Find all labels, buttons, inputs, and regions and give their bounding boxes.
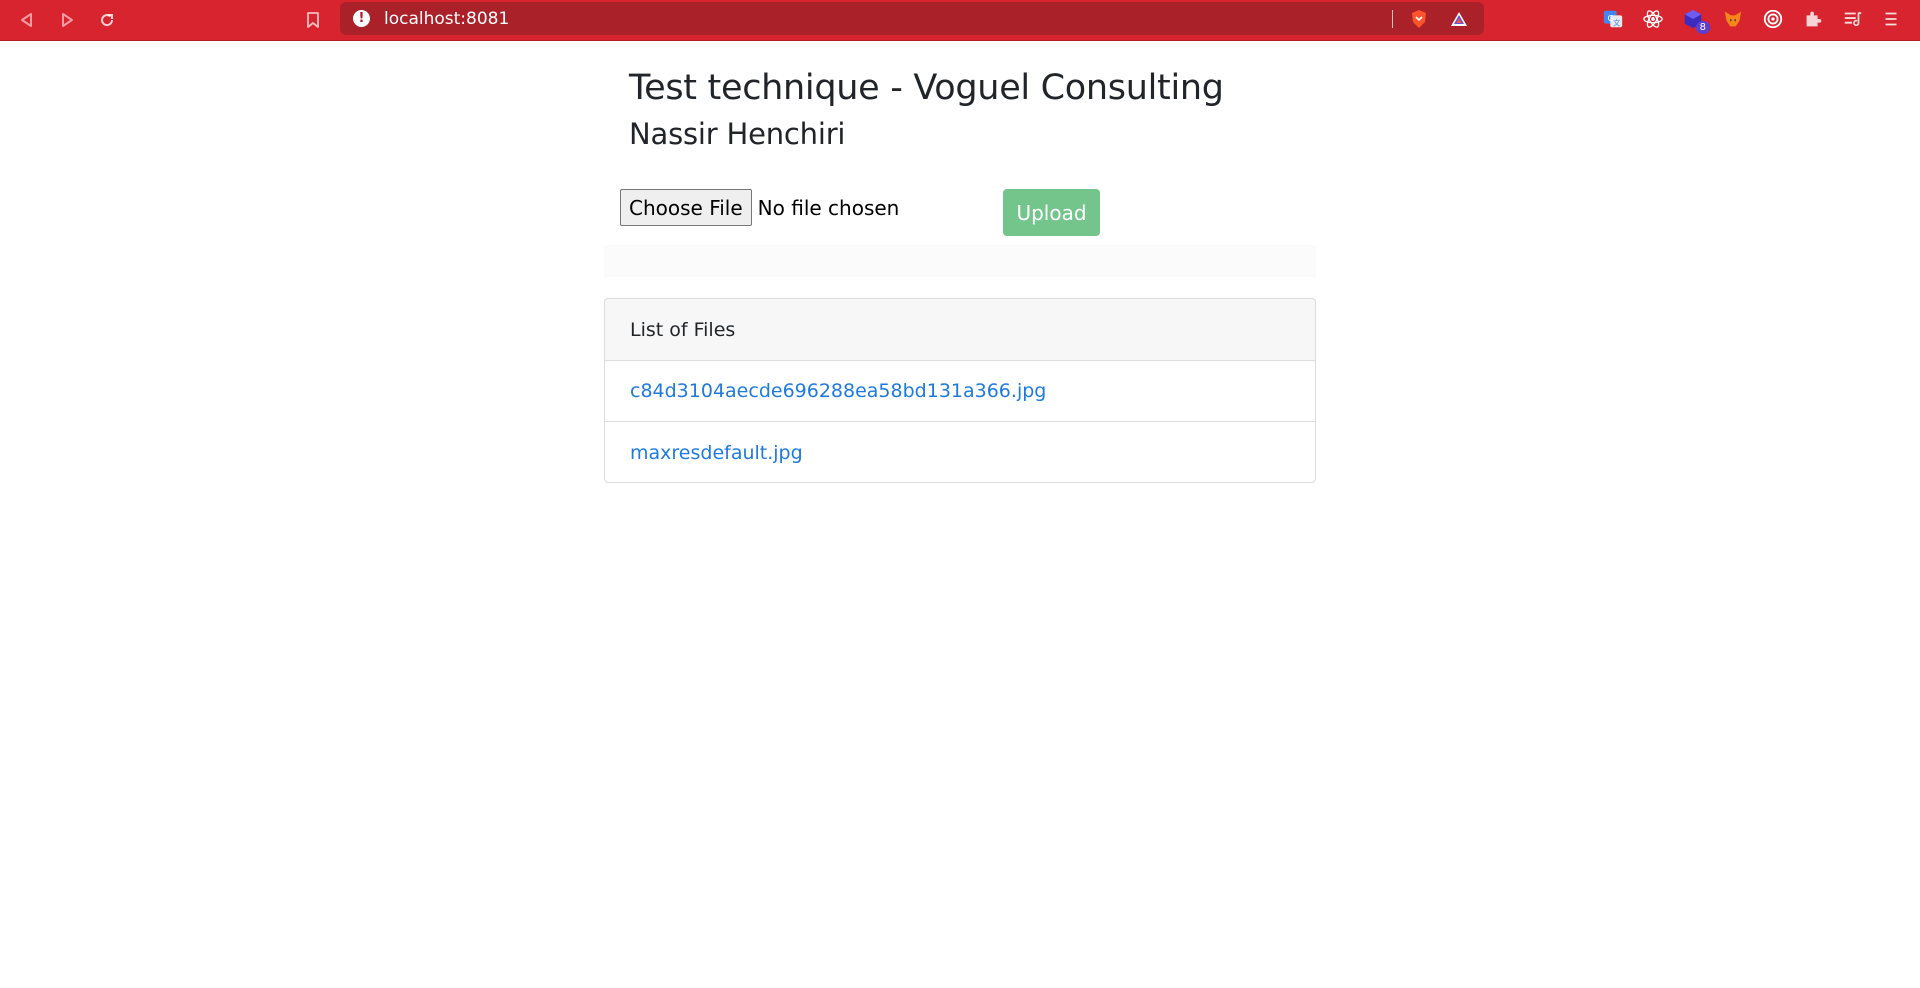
choose-file-button[interactable]: Choose File — [620, 189, 752, 226]
extension-badge: 8 — [1695, 21, 1710, 34]
list-item: c84d3104aecde696288ea58bd131a366.jpg — [605, 361, 1315, 422]
bookmark-icon[interactable] — [298, 5, 328, 35]
file-link[interactable]: c84d3104aecde696288ea58bd131a366.jpg — [630, 380, 1046, 402]
page-subtitle: Nassir Henchiri — [629, 117, 846, 151]
forward-icon[interactable] — [52, 5, 82, 35]
brave-shields-icon[interactable] — [1408, 8, 1430, 30]
target-extension-icon[interactable] — [1760, 6, 1786, 32]
browser-toolbar: ! localhost:8081 G文 8 — [0, 0, 1920, 41]
files-card: List of Files c84d3104aecde696288ea58bd1… — [604, 298, 1316, 483]
puzzle-extensions-icon[interactable] — [1800, 6, 1826, 32]
react-devtools-icon[interactable] — [1640, 6, 1666, 32]
upload-button[interactable]: Upload — [1003, 189, 1100, 236]
no-file-chosen-label: No file chosen — [757, 195, 900, 220]
url-divider — [1392, 10, 1393, 28]
list-item: maxresdefault.jpg — [605, 422, 1315, 482]
svg-text:文: 文 — [1613, 18, 1621, 27]
message-area — [604, 245, 1316, 277]
file-input[interactable]: Choose File No file chosen — [620, 189, 899, 226]
menu-icon[interactable] — [1878, 6, 1904, 32]
file-link[interactable]: maxresdefault.jpg — [630, 442, 803, 464]
address-bar[interactable]: ! localhost:8081 — [340, 2, 1484, 35]
page-title: Test technique - Voguel Consulting — [629, 68, 1224, 108]
url-text[interactable]: localhost:8081 — [384, 9, 509, 29]
site-info-icon[interactable]: ! — [353, 10, 370, 27]
metamask-fox-icon[interactable] — [1720, 6, 1746, 32]
cube-extension-icon[interactable]: 8 — [1680, 6, 1710, 34]
back-icon[interactable] — [12, 5, 42, 35]
playlist-icon[interactable] — [1840, 6, 1866, 32]
brave-rewards-icon[interactable] — [1448, 8, 1470, 30]
reload-icon[interactable] — [92, 5, 122, 35]
google-translate-icon[interactable]: G文 — [1600, 6, 1626, 32]
files-card-header: List of Files — [605, 299, 1315, 361]
